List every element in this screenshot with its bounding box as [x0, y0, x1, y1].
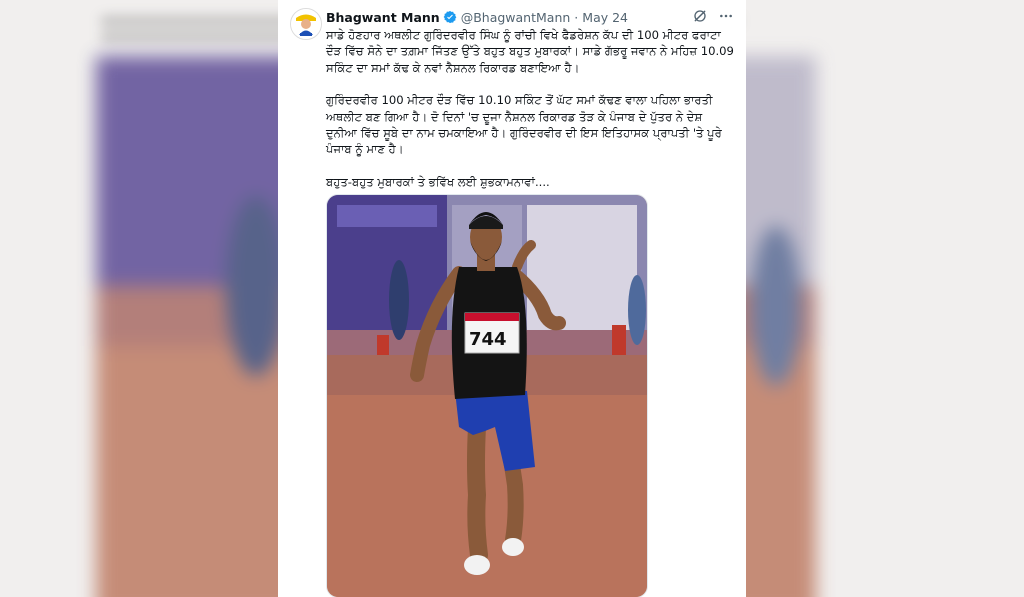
bib-number: 744 — [469, 329, 507, 350]
tweet-media-photo[interactable]: 744 — [326, 194, 648, 597]
author-name[interactable]: Bhagwant Mann — [326, 10, 440, 25]
verified-badge-icon — [443, 10, 457, 24]
avatar[interactable] — [290, 8, 322, 40]
more-options-icon[interactable] — [718, 8, 734, 24]
author-handle[interactable]: @BhagwantMann — [461, 10, 571, 25]
sprinter-photo: 744 — [327, 195, 647, 597]
tweet-paragraph-2: ਗੁਰਿੰਦਰਵੀਰ 100 ਮੀਟਰ ਦੌੜ ਵਿੱਚ 10.10 ਸਕਿੰਟ… — [326, 93, 722, 157]
header-actions — [692, 8, 734, 24]
tweet-paragraph-1: ਸਾਡੇ ਹੋਣਹਾਰ ਅਥਲੀਟ ਗੁਰਿੰਦਰਵੀਰ ਸਿੰਘ ਨੂੰ ਰਾ… — [326, 28, 734, 75]
tweet-card[interactable]: Bhagwant Mann @BhagwantMann · May 24 ਸਾਡ… — [278, 0, 746, 597]
avatar-image — [291, 9, 321, 39]
tweet-text: ਸਾਡੇ ਹੋਣਹਾਰ ਅਥਲੀਟ ਗੁਰਿੰਦਰਵੀਰ ਸਿੰਘ ਨੂੰ ਰਾ… — [326, 27, 736, 206]
tweet-header: Bhagwant Mann @BhagwantMann · May 24 — [326, 7, 628, 27]
tweet-date[interactable]: May 24 — [582, 10, 628, 25]
grok-icon[interactable] — [692, 8, 708, 24]
separator-dot: · — [574, 9, 579, 25]
tweet-paragraph-3: ਬਹੁਤ-ਬਹੁਤ ਮੁਬਾਰਕਾਂ ਤੇ ਭਵਿੱਖ ਲਈ ਸ਼ੁਭਕਾਮਨਾ… — [326, 174, 550, 189]
